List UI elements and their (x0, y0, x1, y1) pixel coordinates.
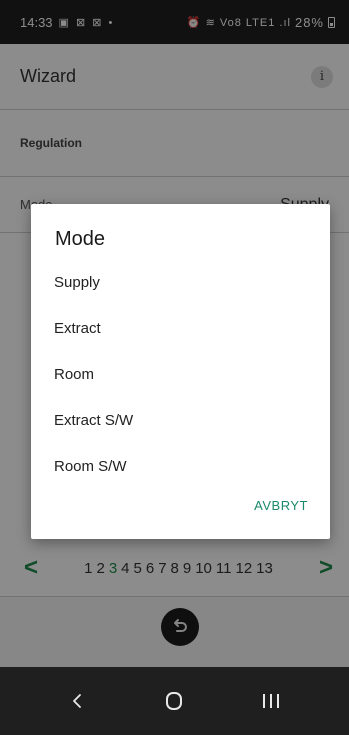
chevron-left-icon (73, 694, 82, 708)
mode-option-extract[interactable]: Extract (31, 305, 330, 351)
mode-option-extract-sw[interactable]: Extract S/W (31, 397, 330, 443)
nav-back-button[interactable] (53, 681, 103, 721)
recents-icon (262, 694, 279, 708)
mode-option-room[interactable]: Room (31, 351, 330, 397)
mode-dialog: Mode Supply Extract Room Extract S/W Roo… (31, 204, 330, 539)
system-nav-bar (0, 667, 349, 735)
nav-home-button[interactable] (149, 681, 199, 721)
cancel-button[interactable]: AVBRYT (254, 498, 308, 513)
home-icon (166, 692, 183, 710)
mode-option-supply[interactable]: Supply (31, 259, 330, 305)
nav-recents-button[interactable] (246, 681, 296, 721)
mode-option-room-sw[interactable]: Room S/W (31, 443, 330, 489)
dialog-title: Mode (55, 228, 106, 250)
